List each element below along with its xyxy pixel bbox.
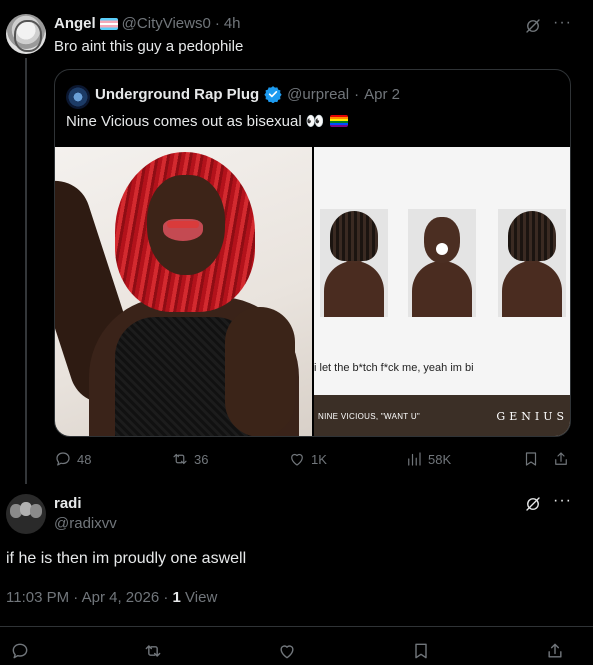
reply-icon (56, 452, 70, 466)
tweet2-time[interactable]: 11:03 PM (6, 589, 69, 606)
share-button[interactable] (552, 450, 570, 468)
reply-button[interactable] (10, 641, 30, 661)
quote-handle: @urpreal (287, 85, 350, 103)
repost-button[interactable] (143, 641, 163, 661)
tweet1-text: Bro aint this guy a pedophile (54, 38, 244, 55)
quote-media-photo-left[interactable] (55, 147, 312, 436)
avatar-radi[interactable] (6, 494, 46, 534)
repost-button[interactable]: 36 (171, 450, 208, 468)
genius-footer: NINE VICIOUS, "WANT U" GENIUS (314, 395, 570, 436)
song-label: NINE VICIOUS, "WANT U" (318, 411, 421, 421)
tweet2-text: if he is then im proudly one aswell (6, 550, 247, 567)
separator-dot: · (163, 589, 169, 606)
tweet2-date[interactable]: Apr 4, 2026 (82, 589, 160, 606)
separator-dot: · (73, 589, 79, 606)
reply-icon (12, 643, 28, 659)
bookmark-button[interactable] (411, 641, 431, 661)
bookmark-icon (415, 643, 427, 659)
divider (0, 626, 593, 627)
separator-dot: · (354, 85, 360, 103)
share-icon (555, 452, 567, 465)
tweet2-views-label[interactable]: View (185, 589, 217, 606)
views-button[interactable]: 58K (405, 450, 451, 468)
genius-logo: GENIUS (496, 409, 568, 423)
tweet2-meta: 11:03 PM · Apr 4, 2026 · 1 View (6, 589, 217, 606)
more-icon[interactable]: ··· (553, 492, 572, 510)
tweet1-header: Angel @CityViews0 · 4h (54, 15, 241, 32)
bookmark-icon (525, 452, 537, 466)
quote-media-photo-right[interactable]: i let the b*tch f*ck me, yeah im bi NINE… (314, 147, 570, 436)
like-icon (280, 645, 294, 659)
share-button[interactable] (545, 641, 565, 661)
quoted-tweet-card[interactable]: Underground Rap Plug @urpreal · Apr 2 Ni… (54, 69, 571, 437)
tweet1-handle[interactable]: @CityViews0 (122, 15, 211, 32)
lyric-caption: i let the b*tch f*ck me, yeah im bi (314, 362, 474, 374)
repost-count: 36 (194, 451, 209, 467)
mugshot-side (320, 209, 388, 317)
like-button[interactable] (277, 641, 297, 661)
separator-dot: · (214, 15, 220, 32)
tweet2-display-name[interactable]: radi (54, 495, 82, 512)
views-count: 58K (428, 451, 452, 467)
quote-display-name: Underground Rap Plug (95, 85, 260, 103)
mugshot-front (408, 209, 476, 317)
tweet1-display-name[interactable]: Angel (54, 15, 96, 32)
quote-text-row: Nine Vicious comes out as bisexual 👀 (66, 112, 348, 130)
bookmark-button[interactable] (522, 450, 540, 468)
pride-flag-icon (329, 115, 348, 127)
tweet2-views-count: 1 (172, 589, 181, 606)
grok-icon[interactable] (524, 495, 542, 513)
quote-text: Nine Vicious comes out as bisexual 👀 (66, 113, 325, 130)
like-button[interactable]: 1K (288, 450, 327, 468)
mugshot-profile (498, 209, 566, 317)
verified-badge-icon (264, 86, 282, 103)
grok-icon[interactable] (524, 17, 542, 35)
avatar-underground-rap-plug (66, 85, 90, 109)
like-icon (291, 453, 303, 466)
repost-icon (173, 453, 187, 465)
thread-line (25, 58, 27, 484)
like-count: 1K (311, 451, 327, 467)
quote-date: Apr 2 (364, 85, 400, 103)
repost-icon (145, 645, 161, 657)
reply-count: 48 (77, 451, 92, 467)
reply-button[interactable]: 48 (54, 450, 91, 468)
views-icon (408, 452, 421, 466)
tweet1-time[interactable]: 4h (224, 15, 241, 32)
more-icon[interactable]: ··· (553, 14, 572, 32)
quote-header: Underground Rap Plug @urpreal · Apr 2 (95, 85, 400, 103)
share-icon (548, 643, 562, 658)
tweet2-handle[interactable]: @radixvv (54, 515, 117, 532)
avatar-angel[interactable] (6, 14, 46, 54)
trans-flag-icon (99, 17, 118, 30)
